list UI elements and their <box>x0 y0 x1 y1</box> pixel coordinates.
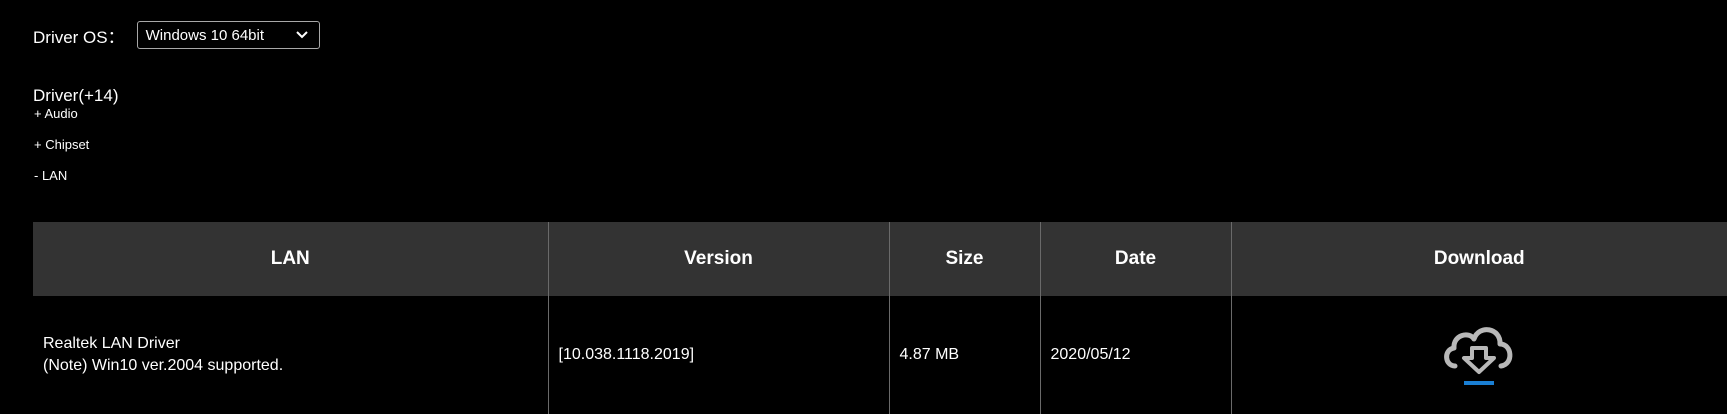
driver-date: 2020/05/12 <box>1039 296 1231 414</box>
download-cell <box>1230 296 1727 414</box>
column-header-version: Version <box>547 222 889 296</box>
table-header-row: LAN Version Size Date Download <box>33 222 1727 296</box>
column-header-download: Download <box>1230 222 1727 296</box>
chevron-down-icon <box>295 31 308 39</box>
driver-name-cell: Realtek LAN Driver (Note) Win10 ver.2004… <box>33 296 548 414</box>
driver-os-selected-value: Windows 10 64bit <box>145 26 265 44</box>
category-audio[interactable]: + Audio <box>34 106 78 121</box>
driver-os-label: Driver OS： <box>33 27 125 47</box>
driver-name: Realtek LAN Driver <box>43 335 180 352</box>
download-button[interactable] <box>1439 320 1519 393</box>
driver-size: 4.87 MB <box>888 296 1040 414</box>
driver-os-select[interactable]: Windows 10 64bit <box>136 21 320 49</box>
driver-version: [10.038.1118.2019] <box>547 296 889 414</box>
driver-section-title: Driver(+14) <box>33 86 119 105</box>
column-header-lan: LAN <box>33 222 548 296</box>
cloud-download-icon <box>1444 326 1513 385</box>
table-row: Realtek LAN Driver (Note) Win10 ver.2004… <box>33 296 1727 414</box>
driver-os-filter: Driver OS： Windows 10 64bit <box>33 20 320 50</box>
category-lan[interactable]: - LAN <box>34 168 67 183</box>
driver-note: (Note) Win10 ver.2004 supported. <box>43 357 284 374</box>
column-header-size: Size <box>888 222 1040 296</box>
lan-driver-table: LAN Version Size Date Download Realtek L… <box>33 222 1727 414</box>
category-chipset[interactable]: + Chipset <box>34 137 89 152</box>
column-header-date: Date <box>1039 222 1231 296</box>
